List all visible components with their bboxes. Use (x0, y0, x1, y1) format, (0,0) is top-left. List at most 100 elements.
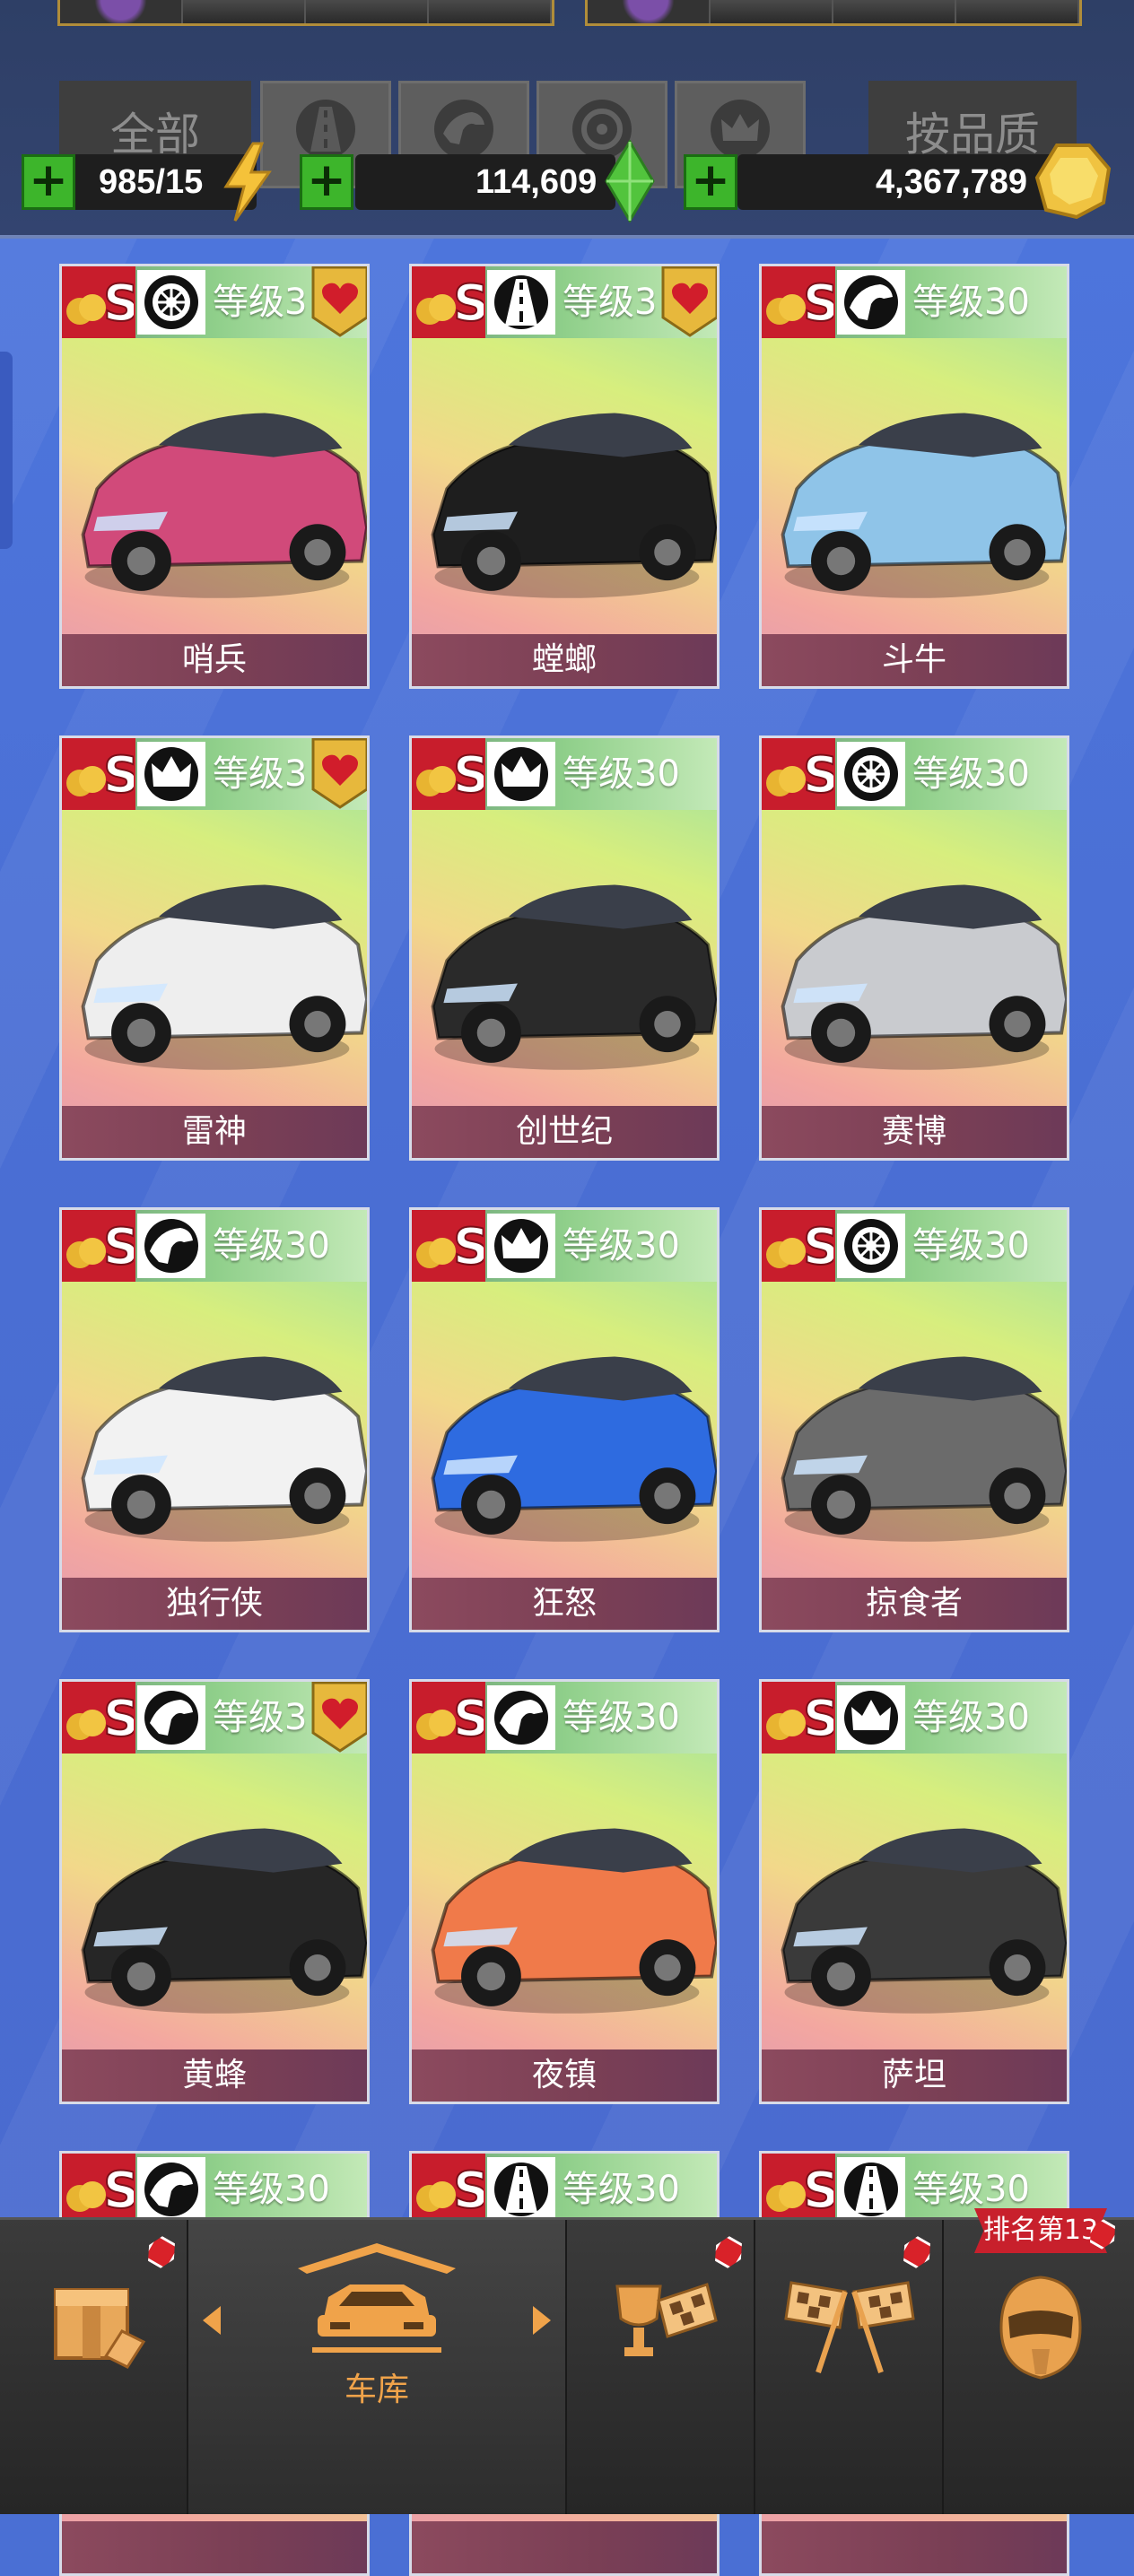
crown-icon (494, 1219, 548, 1273)
nav-shop[interactable] (0, 2220, 188, 2514)
chevron-right-icon[interactable] (529, 2302, 556, 2338)
chevron-left-icon[interactable] (197, 2302, 224, 2338)
car-image (81, 1828, 367, 2014)
car-card[interactable]: S 等级30 赛博 (759, 735, 1069, 1161)
add-gems-button[interactable]: + (300, 154, 353, 210)
nav-profile[interactable] (944, 2220, 1134, 2514)
car-card[interactable]: S 等级30 掠食者 (759, 1207, 1069, 1632)
car-level: 等级30 (563, 753, 680, 795)
rank-s-badge: S (412, 1210, 485, 1282)
car-name: 哨兵 (62, 634, 367, 686)
car-name: 创世纪 (412, 1106, 717, 1158)
add-coins-button[interactable]: + (684, 154, 737, 210)
rank-s-icon: S (416, 745, 484, 805)
coin-icon (1034, 144, 1112, 220)
car-card[interactable]: S 等级30 萨坦 (759, 1679, 1069, 2104)
rank-s-badge: S (412, 266, 485, 338)
nav-race[interactable] (755, 2220, 944, 2514)
horse-icon (144, 2163, 198, 2216)
favorite-heart-icon[interactable] (658, 264, 720, 337)
car-image (431, 413, 717, 598)
svg-text:S: S (453, 274, 484, 333)
car-card[interactable]: S 等级30 斗牛 (759, 264, 1069, 689)
rank-s-badge: S (62, 266, 135, 338)
svg-text:S: S (803, 746, 833, 805)
car-level: 等级3 (563, 282, 658, 323)
car-image (781, 1828, 1067, 2014)
car-level: 等级30 (912, 1225, 1030, 1266)
horse-icon (144, 1691, 198, 1745)
road-icon (494, 2163, 548, 2216)
car-level: 等级30 (213, 1225, 330, 1266)
nav-garage[interactable]: 车库 (188, 2220, 567, 2514)
rank-s-icon: S (66, 1217, 134, 1276)
rank-s-badge: S (412, 738, 485, 810)
car-card[interactable]: S 等级3 雷神 (59, 735, 370, 1161)
car-image (81, 413, 367, 598)
car-card[interactable]: S 等级3 螳螂 (409, 264, 720, 689)
rank-s-badge: S (762, 266, 835, 338)
rank-s-badge: S (412, 2154, 485, 2225)
svg-text:S: S (103, 746, 134, 805)
car-card[interactable]: S 等级3 哨兵 (59, 264, 370, 689)
rank-s-badge: S (62, 1682, 135, 1754)
nav-events[interactable] (567, 2220, 755, 2514)
rank-s-icon: S (416, 2161, 484, 2220)
car-card[interactable]: S 等级30 独行侠 (59, 1207, 370, 1632)
car-name: 独行侠 (62, 1578, 367, 1630)
road-icon (296, 100, 355, 159)
car-card[interactable]: S 等级3 黄蜂 (59, 1679, 370, 2104)
horse-icon (434, 100, 493, 159)
svg-text:S: S (453, 1690, 484, 1748)
car-image (431, 884, 717, 1070)
rank-s-badge: S (62, 1210, 135, 1282)
side-drawer-handle[interactable] (0, 352, 13, 549)
car-level: 等级3 (213, 282, 308, 323)
rank-s-badge: S (762, 2154, 835, 2225)
rank-s-icon: S (766, 745, 833, 805)
rank-s-badge: S (62, 2154, 135, 2225)
road-icon (494, 275, 548, 329)
car-class-icon (137, 1685, 205, 1750)
favorite-heart-icon[interactable] (308, 735, 370, 809)
svg-text:S: S (803, 1690, 833, 1748)
car-level: 等级3 (213, 753, 308, 795)
car-level: 等级3 (213, 1697, 308, 1738)
top-card-strip-left[interactable] (57, 0, 554, 26)
car-name (62, 2521, 367, 2573)
rank-s-badge: S (762, 1682, 835, 1754)
car-level: 等级30 (563, 1697, 680, 1738)
crown-icon (844, 1691, 898, 1745)
svg-text:S: S (103, 1218, 134, 1276)
car-card[interactable]: S 等级30 创世纪 (409, 735, 720, 1161)
wheel-icon (144, 275, 198, 329)
car-level: 等级30 (563, 1225, 680, 1266)
shop-crate-icon (54, 2288, 146, 2369)
rank-s-icon: S (416, 274, 484, 333)
favorite-heart-icon[interactable] (308, 264, 370, 337)
svg-text:S: S (453, 2162, 484, 2220)
car-name: 狂怒 (412, 1578, 717, 1630)
top-header: 全部 按品质 + 985/15 + 114,609 + 4,367,789 (0, 0, 1134, 239)
car-level: 等级30 (912, 1697, 1030, 1738)
wheel-icon (844, 1219, 898, 1273)
lightning-icon (223, 142, 272, 222)
car-class-icon (137, 742, 205, 806)
car-class-icon (487, 1214, 555, 1278)
car-card[interactable]: S 等级30 狂怒 (409, 1207, 720, 1632)
car-class-icon (487, 742, 555, 806)
rank-s-badge: S (762, 738, 835, 810)
favorite-heart-icon[interactable] (308, 1679, 370, 1753)
crown-icon (494, 747, 548, 801)
car-image (431, 1356, 717, 1542)
car-level: 等级30 (563, 2169, 680, 2210)
car-class-icon (487, 1685, 555, 1750)
top-card-strip-right[interactable] (585, 0, 1082, 26)
svg-text:S: S (453, 1218, 484, 1276)
car-class-icon (137, 270, 205, 335)
rank-s-icon: S (416, 1689, 484, 1748)
car-image (781, 884, 1067, 1070)
car-level: 等级30 (912, 753, 1030, 795)
add-energy-button[interactable]: + (22, 154, 75, 210)
car-card[interactable]: S 等级30 夜镇 (409, 1679, 720, 2104)
